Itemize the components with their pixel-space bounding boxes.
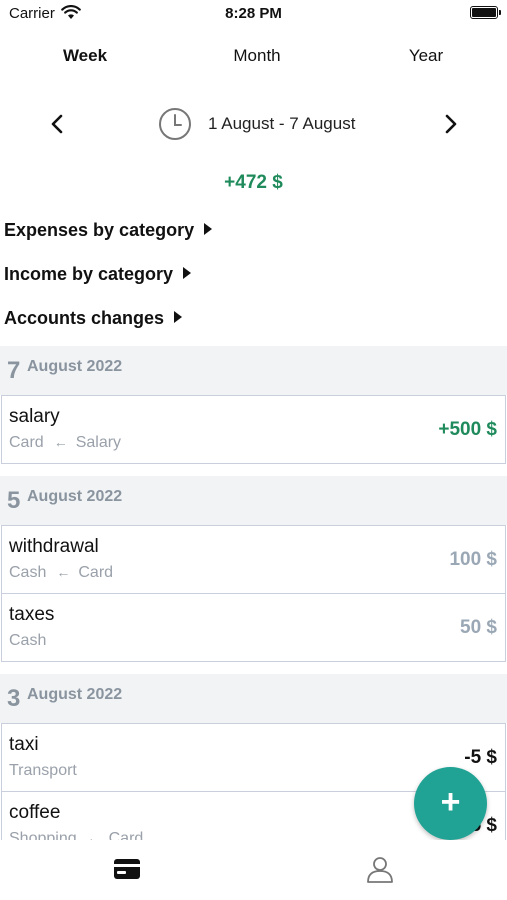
chevron-right-icon[interactable] [438, 112, 462, 136]
tab-year[interactable]: Year [409, 46, 443, 66]
period-tabs: Week Month Year [0, 46, 507, 70]
person-icon[interactable] [365, 854, 395, 884]
date-day: 7 [7, 357, 21, 384]
tab-week[interactable]: Week [63, 46, 107, 66]
chevron-left-icon[interactable] [46, 112, 70, 136]
account-to: Cash [9, 564, 47, 581]
date-header: 3 August 2022 [0, 674, 507, 723]
arrow-left-icon: ← [53, 434, 68, 450]
transaction-row[interactable]: salary Card ← Salary +500 $ [1, 395, 506, 464]
account-name: Cash [9, 632, 47, 649]
date-range-label[interactable]: 1 August - 7 August [208, 114, 355, 134]
transaction-title: taxi [9, 734, 39, 755]
date-header: 5 August 2022 [0, 476, 507, 525]
transaction-amount: -5 $ [464, 747, 497, 768]
period-total: +472 $ [224, 172, 283, 193]
transaction-list[interactable]: 7 August 2022 salary Card ← Salary +500 $ … [0, 346, 507, 840]
transaction-accounts: Shopping ← Card [9, 830, 143, 840]
date-range-navigator: 1 August - 7 August [0, 104, 507, 144]
account-from: Salary [75, 434, 122, 451]
accounts-changes-label: Accounts changes [4, 308, 165, 328]
income-by-category-link[interactable]: Income by category [4, 264, 192, 285]
transaction-row[interactable]: taxes Cash 50 $ [1, 594, 506, 662]
bottom-tab-bar [0, 840, 507, 900]
transaction-title: salary [9, 406, 60, 427]
date-day: 3 [7, 685, 21, 712]
status-bar: Carrier 8:28 PM [0, 0, 507, 28]
account-name: Transport [9, 762, 77, 779]
clock-icon[interactable] [158, 107, 192, 141]
battery-icon [470, 6, 501, 19]
card-icon[interactable] [112, 854, 142, 884]
date-month-year: August 2022 [27, 358, 123, 375]
income-by-category-label: Income by category [4, 264, 174, 284]
triangle-right-icon [174, 311, 183, 323]
transaction-title: coffee [9, 802, 61, 823]
transaction-title: withdrawal [9, 536, 99, 557]
arrow-left-icon: ← [56, 564, 71, 580]
date-header: 7 August 2022 [0, 346, 507, 395]
account-to: Shopping [9, 830, 77, 840]
triangle-right-icon [183, 267, 192, 279]
transaction-row[interactable]: withdrawal Cash ← Card 100 $ [1, 525, 506, 594]
transaction-accounts: Card ← Salary [9, 434, 121, 452]
account-to: Card [9, 434, 44, 451]
date-day: 5 [7, 487, 21, 514]
date-month-year: August 2022 [27, 686, 123, 703]
transaction-amount: 100 $ [449, 549, 497, 570]
account-from: Card [108, 830, 144, 840]
transaction-amount: +500 $ [438, 419, 497, 440]
expenses-by-category-link[interactable]: Expenses by category [4, 220, 213, 241]
transaction-accounts: Transport [9, 762, 77, 780]
triangle-right-icon [204, 223, 213, 235]
arrow-left-icon: ← [86, 830, 101, 840]
accounts-changes-link[interactable]: Accounts changes [4, 308, 183, 329]
transaction-amount: 50 $ [460, 617, 497, 638]
transaction-accounts: Cash [9, 632, 46, 650]
add-transaction-button[interactable]: + [414, 767, 487, 840]
transaction-accounts: Cash ← Card [9, 564, 113, 582]
status-time: 8:28 PM [225, 5, 282, 22]
date-month-year: August 2022 [27, 488, 123, 505]
expenses-by-category-label: Expenses by category [4, 220, 195, 240]
tab-month[interactable]: Month [233, 46, 280, 66]
account-from: Card [78, 564, 114, 581]
transaction-title: taxes [9, 604, 55, 625]
